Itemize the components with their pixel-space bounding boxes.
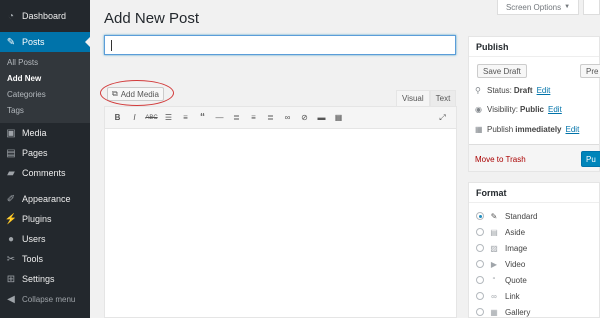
menu-pages[interactable]: ▤ Pages bbox=[0, 143, 90, 163]
numbered-list-icon[interactable]: ≡ bbox=[177, 111, 194, 125]
submenu-add-new[interactable]: Add New bbox=[0, 71, 90, 87]
format-option-link[interactable]: ∞ Link bbox=[476, 290, 520, 302]
visibility-row: ◉ Visibility: Public Edit bbox=[475, 105, 562, 114]
radio-checked[interactable] bbox=[476, 212, 484, 220]
caret-down-icon: ▼ bbox=[564, 4, 571, 10]
users-icon: ● bbox=[7, 233, 15, 245]
dashboard-icon: ◔ bbox=[7, 10, 15, 22]
image-icon: ▨ bbox=[490, 243, 498, 253]
italic-icon[interactable]: I bbox=[126, 111, 143, 125]
eye-icon: ◉ bbox=[475, 105, 482, 114]
post-content-editor[interactable]: B I ABC ☰ ≡ “ — ≣ ≡ ≣ ∞ ⊘ ▬ ▦ ⤢ bbox=[104, 106, 457, 318]
video-icon: ▶ bbox=[490, 259, 498, 269]
schedule-row: ▦ Publish immediately Edit bbox=[475, 125, 580, 134]
submenu-tags[interactable]: Tags bbox=[0, 103, 90, 119]
move-to-trash-link[interactable]: Move to Trash bbox=[475, 155, 526, 164]
align-center-icon[interactable]: ≡ bbox=[245, 111, 262, 125]
editor-toolbar: B I ABC ☰ ≡ “ — ≣ ≡ ≣ ∞ ⊘ ▬ ▦ ⤢ bbox=[105, 107, 456, 129]
edit-schedule-link[interactable]: Edit bbox=[566, 125, 580, 134]
menu-appearance[interactable]: ✐ Appearance bbox=[0, 189, 90, 209]
strikethrough-icon[interactable]: ABC bbox=[143, 111, 160, 125]
format-option-image[interactable]: ▨ Image bbox=[476, 242, 527, 254]
radio[interactable] bbox=[476, 228, 484, 236]
text-cursor bbox=[111, 40, 112, 51]
format-option-video[interactable]: ▶ Video bbox=[476, 258, 525, 270]
posts-submenu: All Posts Add New Categories Tags bbox=[0, 52, 90, 123]
edit-visibility-link[interactable]: Edit bbox=[548, 105, 562, 114]
editor-tabs: Visual Text bbox=[396, 90, 457, 106]
brush-icon: ✐ bbox=[6, 193, 16, 205]
toolbar-toggle-icon[interactable]: ▦ bbox=[330, 111, 347, 125]
align-left-icon[interactable]: ≣ bbox=[228, 111, 245, 125]
plugin-icon: ⚡ bbox=[4, 213, 18, 225]
pin-icon: ✎ bbox=[490, 211, 498, 221]
page-title: Add New Post bbox=[104, 10, 200, 27]
screen-options-button[interactable]: Screen Options ▼ bbox=[497, 0, 579, 15]
tab-text[interactable]: Text bbox=[429, 90, 457, 106]
pin-icon: ✎ bbox=[6, 36, 16, 48]
link-icon[interactable]: ∞ bbox=[279, 111, 296, 125]
format-option-standard[interactable]: ✎ Standard bbox=[476, 210, 537, 222]
publish-box-title: Publish bbox=[469, 37, 599, 57]
gallery-icon: ▦ bbox=[490, 307, 498, 317]
radio[interactable] bbox=[476, 276, 484, 284]
menu-tools[interactable]: ✂ Tools bbox=[0, 249, 90, 269]
bold-icon[interactable]: B bbox=[109, 111, 126, 125]
tab-visual[interactable]: Visual bbox=[396, 90, 430, 106]
menu-comments[interactable]: ▰ Comments bbox=[0, 163, 90, 183]
blockquote-icon[interactable]: “ bbox=[194, 111, 211, 125]
publish-actions: Move to Trash Pu bbox=[469, 144, 600, 171]
format-option-quote[interactable]: “ Quote bbox=[476, 274, 527, 286]
radio[interactable] bbox=[476, 308, 484, 316]
format-box-title: Format bbox=[469, 183, 599, 203]
add-media-icon: ⧉ bbox=[112, 89, 118, 98]
collapse-icon: ◀ bbox=[7, 293, 15, 305]
radio[interactable] bbox=[476, 292, 484, 300]
edit-status-link[interactable]: Edit bbox=[537, 86, 551, 95]
add-media-button[interactable]: ⧉ Add Media bbox=[107, 87, 164, 101]
save-draft-button[interactable]: Save Draft bbox=[477, 64, 527, 78]
menu-plugins[interactable]: ⚡ Plugins bbox=[0, 209, 90, 229]
format-option-gallery[interactable]: ▦ Gallery bbox=[476, 306, 530, 318]
menu-settings[interactable]: ⊞ Settings bbox=[0, 269, 90, 289]
format-option-aside[interactable]: ▤ Aside bbox=[476, 226, 525, 238]
pin-icon: ⚲ bbox=[475, 86, 481, 95]
radio[interactable] bbox=[476, 244, 484, 252]
menu-posts[interactable]: ✎ Posts bbox=[0, 32, 90, 52]
settings-icon: ⊞ bbox=[6, 273, 16, 285]
menu-dashboard[interactable]: ◔ Dashboard bbox=[0, 6, 90, 26]
help-tab[interactable] bbox=[583, 0, 600, 15]
aside-icon: ▤ bbox=[490, 227, 498, 237]
bullet-list-icon[interactable]: ☰ bbox=[160, 111, 177, 125]
horizontal-line-icon[interactable]: — bbox=[211, 111, 228, 125]
link-icon: ∞ bbox=[491, 291, 497, 301]
format-box: Format ✎ Standard ▤ Aside ▨ Image ▶ Vide… bbox=[468, 182, 600, 318]
comments-icon: ▰ bbox=[7, 167, 15, 179]
align-right-icon[interactable]: ≣ bbox=[262, 111, 279, 125]
publish-box: Publish Save Draft Pre ⚲ Status: Draft E… bbox=[468, 36, 600, 172]
read-more-icon[interactable]: ▬ bbox=[313, 111, 330, 125]
radio[interactable] bbox=[476, 260, 484, 268]
submenu-categories[interactable]: Categories bbox=[0, 87, 90, 103]
publish-button[interactable]: Pu bbox=[581, 151, 600, 167]
unlink-icon[interactable]: ⊘ bbox=[296, 111, 313, 125]
menu-media[interactable]: ▣ Media bbox=[0, 123, 90, 143]
fullscreen-icon[interactable]: ⤢ bbox=[434, 111, 451, 125]
wrench-icon: ✂ bbox=[6, 253, 16, 265]
preview-button[interactable]: Pre bbox=[580, 64, 600, 78]
media-icon: ▣ bbox=[6, 127, 16, 139]
menu-collapse[interactable]: ◀ Collapse menu bbox=[0, 289, 90, 309]
quote-icon: “ bbox=[492, 275, 496, 285]
calendar-icon: ▦ bbox=[475, 125, 483, 134]
submenu-all-posts[interactable]: All Posts bbox=[0, 55, 90, 71]
post-title-input[interactable] bbox=[104, 35, 456, 55]
admin-sidebar: ◔ Dashboard ✎ Posts All Posts Add New Ca… bbox=[0, 0, 90, 318]
status-row: ⚲ Status: Draft Edit bbox=[475, 86, 551, 95]
pages-icon: ▤ bbox=[6, 147, 16, 159]
menu-users[interactable]: ● Users bbox=[0, 229, 90, 249]
